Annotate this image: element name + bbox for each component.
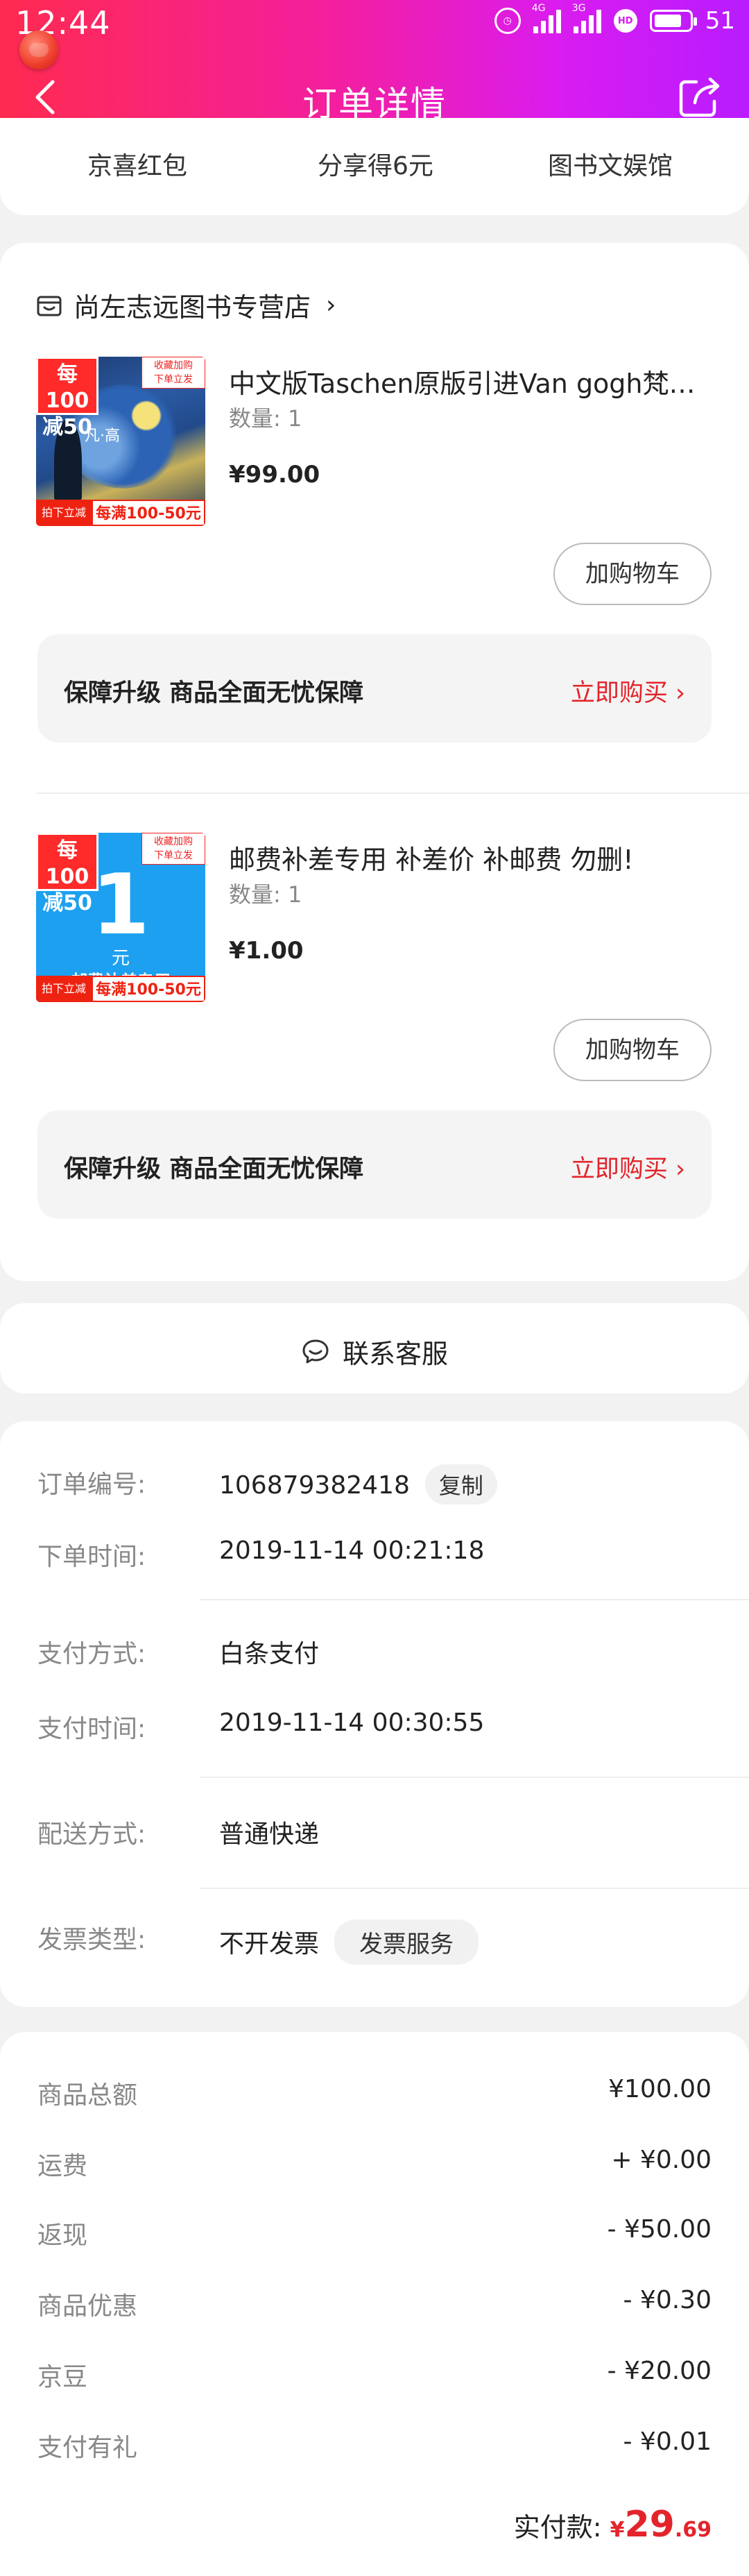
divider [200, 1777, 749, 1778]
total-amount: ¥29.69 [610, 2504, 712, 2545]
shop-header[interactable]: 尚左志远图书专营店 › [36, 286, 336, 324]
buy-now-label: 立即购买 [570, 679, 668, 707]
total-integer: 29 [624, 2504, 675, 2545]
buy-now-label: 立即购买 [570, 1155, 668, 1183]
promo-tag: 每100 减50 [36, 357, 98, 439]
pay-method-label: 支付方式: [37, 1640, 146, 1668]
thumb-unit: 元 [111, 948, 130, 969]
invoice-type: 不开发票 [219, 1930, 320, 1958]
tab-share-reward[interactable]: 分享得6元 [318, 146, 433, 182]
status-icons: ◷ 4G 3G HD 51 [494, 3, 735, 35]
pay-time-value: 2019-11-14 00:30:55 [219, 1709, 485, 1737]
fee-summary-card: 商品总额 ¥100.00 运费 + ¥0.00 返现 - ¥50.00 商品优惠… [0, 2032, 749, 2576]
add-to-cart-button[interactable]: 加购物车 [553, 1019, 712, 1081]
chevron-right-icon: › [675, 679, 685, 707]
order-info-card: 订单编号: 106879382418 复制 下单时间: 2019-11-14 00… [0, 1421, 749, 2007]
product-quantity: 数量: 1 [229, 881, 302, 908]
order-time-label: 下单时间: [37, 1543, 146, 1571]
hd-icon: HD [613, 9, 637, 33]
alarm-icon: ◷ [494, 8, 521, 34]
signal-icon-2: 3G [572, 3, 601, 33]
product-thumbnail[interactable]: 凡·高 每100 减50 收藏加购 下单立发 拍下立减 每满100-50元 [36, 357, 205, 526]
add-to-cart-button[interactable]: 加购物车 [553, 543, 712, 605]
total-decimal: .69 [674, 2518, 712, 2542]
product-thumbnail[interactable]: 1 元 邮费补差专用 每100 减50 收藏加购 下单立发 拍下立减 每满100… [36, 833, 205, 1002]
promo-footer-right: 每满100-50元 [92, 976, 205, 1002]
order-number: 106879382418 [219, 1471, 410, 1500]
guarantee-banner[interactable]: 保障升级 商品全面无忧保障 立即购买 › [37, 634, 712, 743]
guarantee-title: 保障升级 商品全面无忧保障 [64, 679, 364, 707]
chevron-right-icon: › [675, 1155, 685, 1183]
product-quantity: 数量: 1 [229, 405, 302, 432]
network-type-1: 4G [531, 3, 546, 14]
shop-icon [37, 296, 62, 316]
divider [200, 1888, 749, 1889]
delivery-label: 配送方式: [37, 1820, 146, 1849]
share-icon[interactable] [675, 72, 724, 121]
buy-now-link[interactable]: 立即购买 › [571, 1149, 685, 1185]
copy-button[interactable]: 复制 [424, 1464, 497, 1505]
product-price: ¥1.00 [229, 937, 304, 965]
chat-icon [302, 1339, 329, 1363]
product-title[interactable]: 邮费补差专用 补差价 补邮费 勿删! [229, 838, 714, 876]
promo-tabs-card: 京喜红包 分享得6元 图书文娱馆 [0, 118, 749, 215]
network-type-2: 3G [571, 3, 586, 14]
shop-name: 尚左志远图书专营店 [74, 292, 311, 323]
guarantee-title: 保障升级 商品全面无忧保障 [64, 1155, 364, 1183]
divider [200, 1599, 749, 1600]
fee-value: + ¥0.00 [611, 2146, 712, 2174]
fee-value: - ¥20.00 [607, 2357, 712, 2385]
fee-label: 返现 [37, 2221, 88, 2250]
signal-icon-1: 4G [532, 3, 561, 33]
promo-footer-left: 拍下立减 [36, 976, 92, 1002]
promo-corner: 收藏加购 下单立发 [141, 357, 205, 389]
fee-value: - ¥0.30 [623, 2286, 712, 2314]
invoice-label: 发票类型: [37, 1926, 146, 1954]
shop-card: 尚左志远图书专营店 › 凡·高 每100 减50 收藏加购 下单立发 拍下立减 … [0, 243, 749, 1281]
contact-service-label: 联系客服 [342, 1339, 448, 1369]
status-bar: 12:44 ◷ 4G 3G HD 51 [0, 0, 749, 49]
promo-footer-right: 每满100-50元 [92, 500, 205, 526]
fee-label: 运费 [37, 2152, 88, 2180]
pay-method-value: 白条支付 [219, 1640, 320, 1668]
order-number-value: 106879382418 复制 [219, 1464, 497, 1505]
chevron-right-icon: › [326, 291, 336, 319]
contact-service-button[interactable]: 联系客服 [0, 1303, 749, 1393]
order-number-label: 订单编号: [37, 1471, 146, 1499]
battery-icon [649, 10, 697, 32]
order-time-value: 2019-11-14 00:21:18 [219, 1536, 485, 1565]
buy-now-link[interactable]: 立即购买 › [571, 673, 685, 709]
promo-footer: 拍下立减 每满100-50元 [36, 976, 205, 1002]
pay-time-label: 支付时间: [37, 1715, 146, 1743]
fee-value: - ¥0.01 [623, 2427, 712, 2456]
total-label: 实付款: [513, 2512, 602, 2543]
fee-label: 支付有礼 [37, 2434, 138, 2462]
tab-jingxi-redpacket[interactable]: 京喜红包 [87, 146, 187, 182]
promo-tag: 每100 减50 [36, 833, 98, 915]
invoice-value: 不开发票 发票服务 [219, 1920, 479, 1965]
invoice-service-button[interactable]: 发票服务 [334, 1920, 479, 1965]
promo-footer: 拍下立减 每满100-50元 [36, 500, 205, 526]
total-paid: 实付款: ¥29.69 [514, 2504, 712, 2545]
product-price: ¥99.00 [229, 461, 320, 489]
delivery-value: 普通快递 [219, 1820, 320, 1849]
divider [36, 793, 749, 794]
promo-corner: 收藏加购 下单立发 [141, 833, 205, 865]
promo-footer-left: 拍下立减 [36, 500, 92, 526]
fee-value: - ¥50.00 [607, 2215, 712, 2244]
battery-level: 51 [705, 7, 735, 35]
fee-label: 京豆 [37, 2363, 88, 2391]
guarantee-banner[interactable]: 保障升级 商品全面无忧保障 立即购买 › [37, 1110, 712, 1219]
fee-label: 商品优惠 [37, 2292, 138, 2321]
total-currency: ¥ [610, 2518, 625, 2542]
fee-value: ¥100.00 [608, 2075, 712, 2103]
fee-label: 商品总额 [37, 2081, 138, 2110]
product-title[interactable]: 中文版Taschen原版引进Van gogh梵… [229, 362, 714, 400]
tab-book-entertainment[interactable]: 图书文娱馆 [548, 146, 673, 182]
